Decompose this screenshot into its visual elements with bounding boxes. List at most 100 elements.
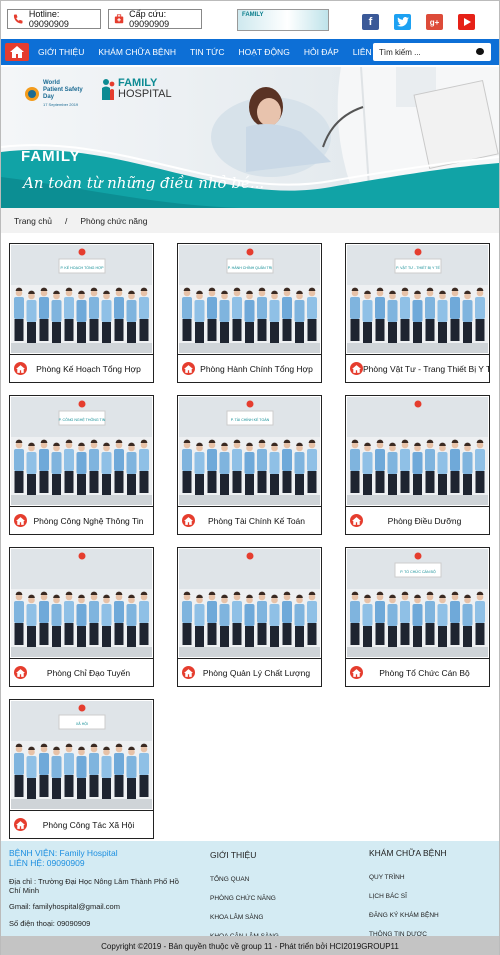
mini-banner[interactable]: FAMILY (237, 9, 329, 31)
department-label-bar[interactable]: Phòng Quản Lý Chất Lượng (178, 658, 321, 686)
home-icon (14, 514, 27, 527)
logo1-line-3: Day (43, 94, 55, 100)
department-name: Phòng Kế Hoạch Tổng Hợp (36, 363, 141, 374)
footer-hospital-name: BỆNH VIỆN: Family Hospital (9, 848, 118, 858)
department-photo[interactable] (179, 549, 320, 657)
department-label-bar[interactable]: Phòng Tài Chính Kế Toán (178, 506, 321, 534)
main-nav: GIỚI THIỆU KHÁM CHỮA BỆNH TIN TỨC HOẠT Đ… (1, 39, 499, 65)
department-card[interactable]: P. VẬT TƯ - THIẾT BỊ Y TẾ Phòng Vật Tư -… (345, 243, 490, 383)
twitter-icon[interactable] (394, 14, 411, 30)
home-button[interactable] (5, 43, 29, 61)
patient-safety-logo: World Patient Safety Day 17 September 20… (24, 80, 83, 108)
department-card[interactable]: P. HÀNH CHÍNH QUẢN TRỊ Phòng Hành Chính … (177, 243, 322, 383)
department-name: Phòng Công Tác Xã Hội (42, 819, 135, 830)
footer-link-phong-chuc-nang[interactable]: PHÒNG CHỨC NĂNG (210, 895, 340, 902)
department-name: Phòng Tổ Chức Cán Bộ (379, 667, 470, 678)
department-photo[interactable] (11, 549, 152, 657)
department-card[interactable]: P. CÔNG NGHỆ THÔNG TIN Phòng Công Nghệ T… (9, 395, 154, 535)
logo2-sub: HOSPITAL (118, 88, 172, 100)
footer-services: KHÁM CHỮA BỆNH QUY TRÌNH LỊCH BÁC SĨ ĐĂN… (369, 848, 494, 938)
page: Hotline: 09090909 Cấp cứu: 09090909 FAMI… (0, 0, 500, 955)
family-logo-icon (102, 79, 115, 100)
department-photo[interactable]: P. CÔNG NGHỆ THÔNG TIN (11, 397, 152, 505)
logo1-line-2: Patient Safety (43, 87, 83, 93)
department-photo[interactable] (347, 397, 488, 505)
svg-text:P. VẬT TƯ - THIẾT BỊ Y TẾ: P. VẬT TƯ - THIẾT BỊ Y TẾ (396, 265, 440, 270)
footer: BỆNH VIỆN: Family Hospital LIÊN HỆ: 0909… (1, 841, 499, 940)
breadcrumb-home[interactable]: Trang chủ (14, 216, 52, 226)
footer-address: Địa chỉ : Trường Đại Học Nông Lâm Thành … (9, 877, 179, 895)
footer-link-khoa-lam-sang[interactable]: KHOA LÂM SÀNG (210, 914, 340, 921)
department-name: Phòng Tài Chính Kế Toán (207, 515, 306, 526)
top-bar: Hotline: 09090909 Cấp cứu: 09090909 FAMI… (1, 1, 499, 37)
department-label-bar[interactable]: Phòng Tổ Chức Cán Bộ (346, 658, 489, 686)
home-icon (14, 818, 27, 831)
home-icon (14, 362, 27, 375)
hero-slogan: An toàn từ những điều nhỏ bé... (23, 174, 265, 192)
nav-kham-chua-benh[interactable]: KHÁM CHỮA BỆNH (98, 47, 176, 57)
department-card[interactable]: P. TỔ CHỨC CÁN BỘ Phòng Tổ Chức Cán Bộ (345, 547, 490, 687)
department-photo[interactable]: P. VẬT TƯ - THIẾT BỊ Y TẾ (347, 245, 488, 353)
footer-contact-phone: LIÊN HỆ: 09090909 (9, 858, 85, 868)
department-label-bar[interactable]: Phòng Hành Chính Tổng Hợp (178, 354, 321, 382)
department-photo[interactable]: XÃ HỘI (11, 701, 152, 809)
nav-tin-tuc[interactable]: TIN TỨC (190, 47, 225, 57)
department-name: Phòng Hành Chính Tổng Hợp (200, 363, 313, 374)
home-icon (350, 666, 363, 679)
footer-link-quy-trinh[interactable]: QUY TRÌNH (369, 874, 494, 881)
department-name: Phòng Điều Dưỡng (387, 515, 462, 526)
footer-about-title: GIỚI THIỆU (210, 850, 257, 860)
nav-gioi-thieu[interactable]: GIỚI THIỆU (38, 47, 84, 57)
department-photo[interactable]: P. TÀI CHÍNH KẾ TOÁN (179, 397, 320, 505)
emergency-box[interactable]: Cấp cứu: 09090909 (108, 9, 202, 29)
nav-hoi-dap[interactable]: HỎI ĐÁP (304, 47, 339, 57)
footer-gmail: Gmail: familyhospital@gmail.com (9, 902, 120, 911)
department-card[interactable]: Phòng Điều Dưỡng (345, 395, 490, 535)
department-label-bar[interactable]: Phòng Công Tác Xã Hội (10, 810, 153, 838)
nav-hoat-dong[interactable]: HOẠT ĐỘNG (238, 47, 289, 57)
department-card[interactable]: P. TÀI CHÍNH KẾ TOÁN Phòng Tài Chính Kế … (177, 395, 322, 535)
department-card[interactable]: XÃ HỘI Phòng Công Tác Xã Hội (9, 699, 154, 839)
department-card[interactable]: Phòng Chỉ Đạo Tuyến (9, 547, 154, 687)
phone-icon (13, 14, 23, 24)
footer-link-lich-bac-si[interactable]: LỊCH BÁC SĨ (369, 893, 494, 900)
footer-services-title: KHÁM CHỮA BỆNH (369, 848, 447, 858)
google-plus-icon[interactable]: g+ (426, 14, 443, 30)
breadcrumb-separator: / (64, 215, 68, 226)
logo1-line-1: World (43, 80, 60, 86)
footer-phone: Số điện thoại: 09090909 (9, 919, 91, 928)
department-label-bar[interactable]: Phòng Điều Dưỡng (346, 506, 489, 534)
footer-link-dang-ky[interactable]: ĐĂNG KÝ KHÁM BỆNH (369, 912, 494, 919)
facebook-icon[interactable]: f (362, 14, 379, 30)
department-photo[interactable]: P. TỔ CHỨC CÁN BỘ (347, 549, 488, 657)
department-photo[interactable]: P. HÀNH CHÍNH QUẢN TRỊ (179, 245, 320, 353)
logo1-line-4: 17 September 2019 (43, 102, 79, 107)
department-card[interactable]: P. KẾ HOẠCH TỔNG HỢP Phòng Kế Hoạch Tổng… (9, 243, 154, 383)
svg-text:P. KẾ HOẠCH TỔNG HỢP: P. KẾ HOẠCH TỔNG HỢP (60, 265, 104, 270)
home-icon (350, 362, 363, 375)
breadcrumb-current: Phòng chức năng (80, 215, 148, 226)
home-icon (350, 514, 363, 527)
svg-text:P. TỔ CHỨC CÁN BỘ: P. TỔ CHỨC CÁN BỘ (400, 569, 436, 574)
department-label-bar[interactable]: Phòng Chỉ Đạo Tuyến (10, 658, 153, 686)
department-label-bar[interactable]: Phòng Kế Hoạch Tổng Hợp (10, 354, 153, 382)
search-input[interactable]: Tìm kiếm ... (373, 43, 491, 61)
family-hospital-logo: FAMILY HOSPITAL (101, 78, 172, 100)
home-icon (182, 362, 195, 375)
search-icon[interactable] (476, 48, 484, 55)
department-label-bar[interactable]: Phòng Vật Tư - Trang Thiết Bị Y Tế (346, 354, 489, 382)
home-icon (10, 46, 24, 58)
department-name: Phòng Chỉ Đạo Tuyến (46, 667, 131, 678)
youtube-icon[interactable] (458, 14, 475, 30)
department-card[interactable]: Phòng Quản Lý Chất Lượng (177, 547, 322, 687)
department-label-bar[interactable]: Phòng Công Nghệ Thông Tin (10, 506, 153, 534)
copyright-bar: Copyright ©2019 - Bản quyền thuộc về gro… (1, 936, 499, 955)
breadcrumb: Trang chủ / Phòng chức năng (1, 208, 499, 233)
home-icon (182, 666, 195, 679)
footer-link-tong-quan[interactable]: TỔNG QUAN (210, 876, 340, 883)
hotline-text: Hotline: 09090909 (28, 9, 69, 29)
department-photo[interactable]: P. KẾ HOẠCH TỔNG HỢP (11, 245, 152, 353)
hotline-box[interactable]: Hotline: 09090909 (7, 9, 101, 29)
copyright-text: Copyright ©2019 - Bản quyền thuộc về gro… (101, 941, 399, 951)
globe-icon (25, 87, 39, 101)
